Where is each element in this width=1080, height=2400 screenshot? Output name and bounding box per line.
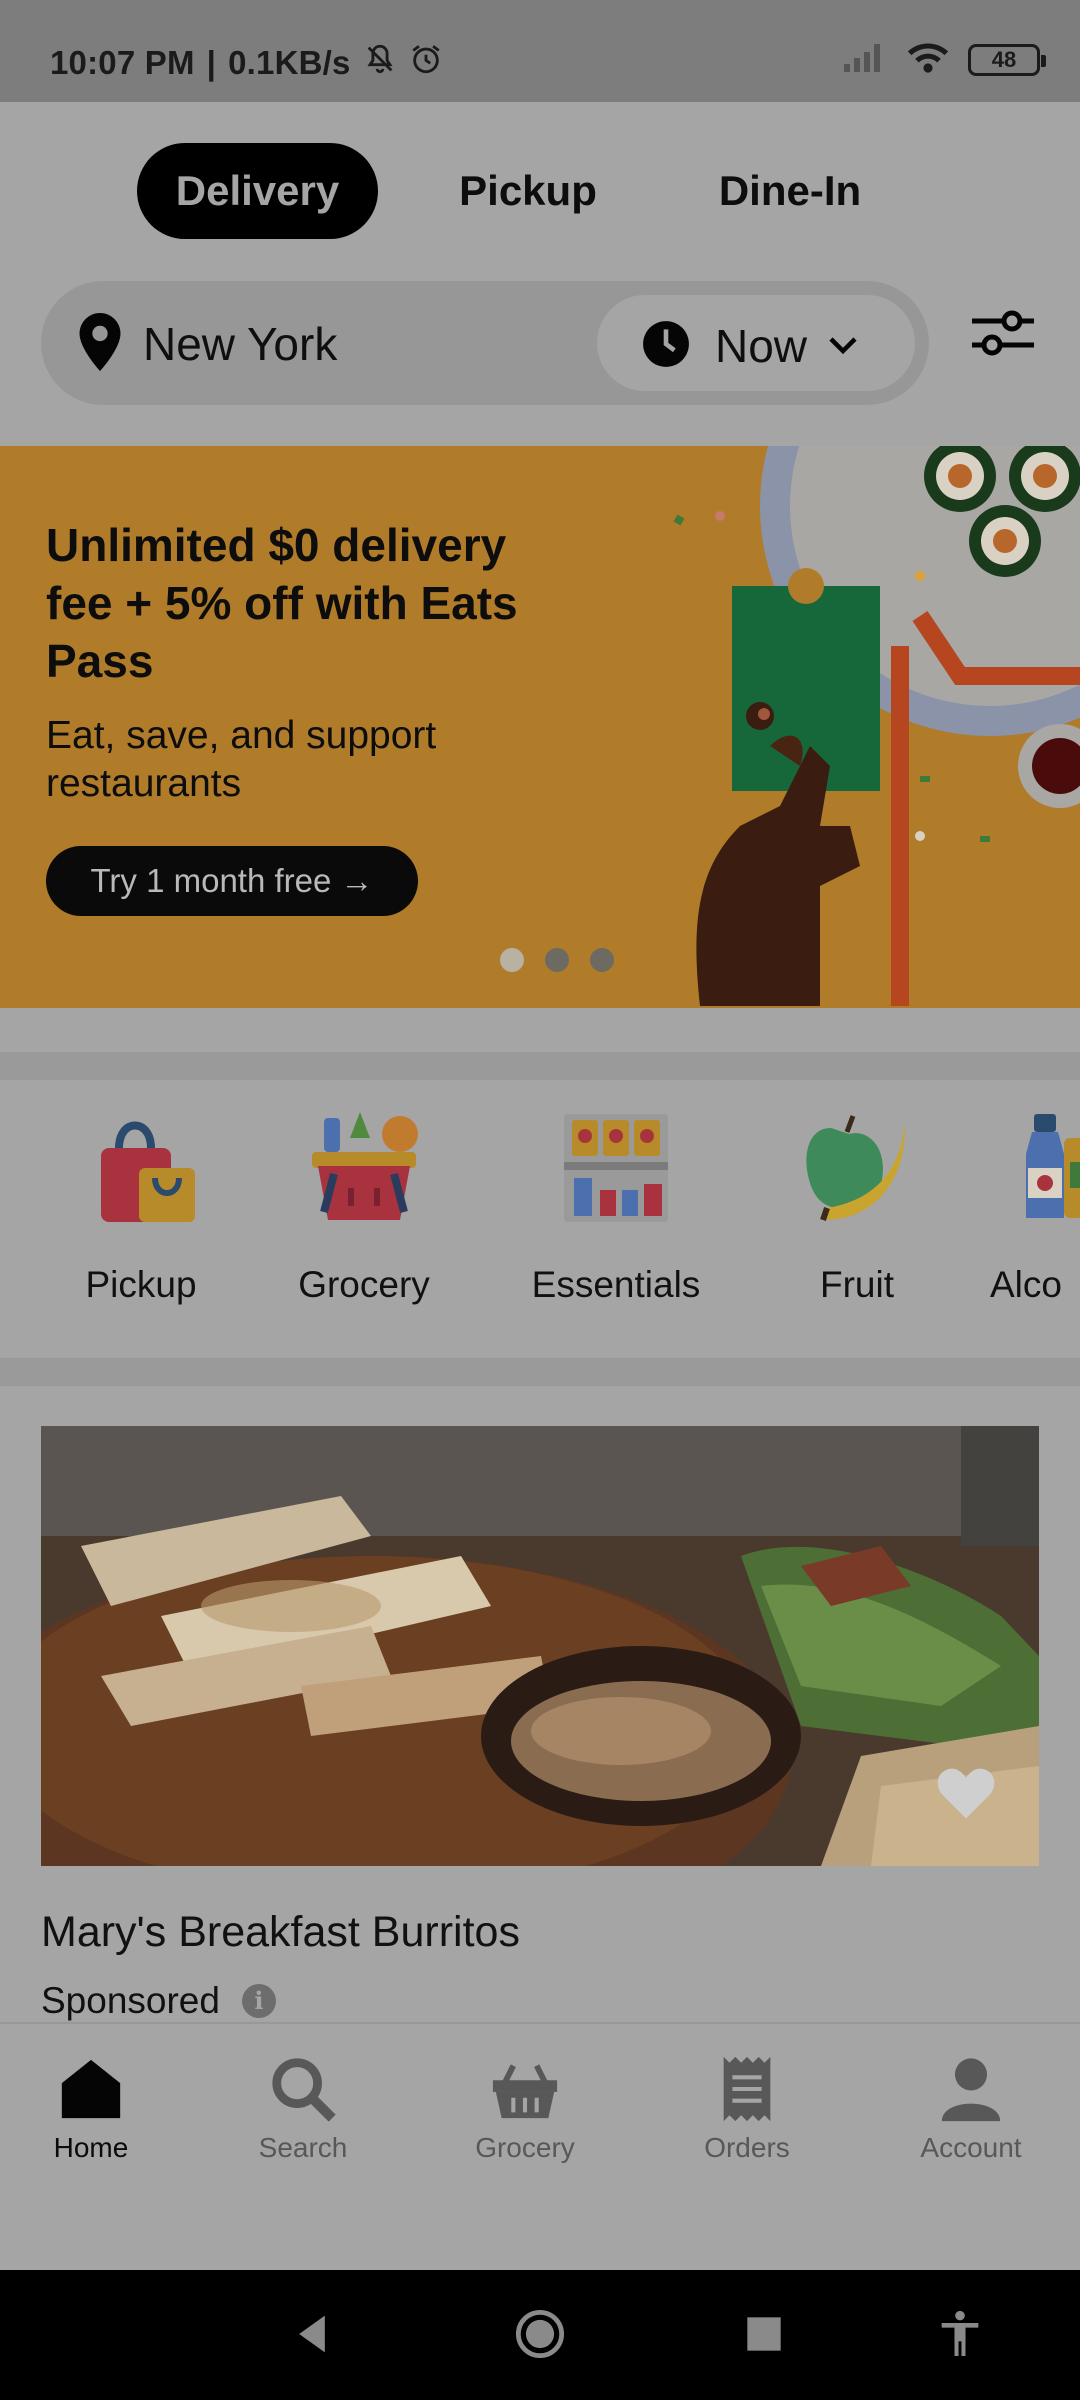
category-pickup[interactable]: Pickup [41,1108,241,1306]
nav-search[interactable]: Search [213,2054,393,2164]
nav-label: Grocery [475,2132,575,2163]
nav-grocery[interactable]: Grocery [435,2054,615,2164]
filter-button[interactable] [968,303,1038,363]
restaurant-name[interactable]: Mary's Breakfast Burritos [41,1908,520,1957]
nav-home[interactable]: Home [1,2054,181,2164]
tab-delivery[interactable]: Delivery [137,143,378,239]
mute-bell-icon [363,42,397,84]
time-selector[interactable]: Now [597,295,915,391]
battery-icon: 48 [968,43,1046,76]
location-pin-icon [79,313,121,376]
accessibility-icon[interactable] [938,2310,982,2363]
system-nav-bar [0,2270,1080,2400]
fruit-icon [797,1108,917,1228]
category-label: Fruit [820,1264,894,1305]
section-divider [0,1052,1080,1080]
status-right: 48 [842,40,1046,79]
mode-tabs: Delivery Pickup Dine-In [0,143,1080,239]
category-label: Alco [990,1264,1062,1305]
status-time: 10:07 PM [50,44,195,81]
chevron-down-icon [825,327,861,368]
wifi-icon [906,40,950,79]
nav-label: Search [258,2132,348,2163]
promo-title: Unlimited $0 delivery fee + 5% off with … [46,519,518,687]
category-label: Pickup [85,1264,197,1305]
tab-dine-in[interactable]: Dine-In [690,143,890,239]
category-label: Essentials [531,1264,701,1305]
nav-account[interactable]: Account [881,2054,1061,2164]
promo-subtitle: Eat, save, and support restaurants [46,714,437,805]
bottom-nav: Home Search Grocery Orders Account [0,2022,1080,2270]
status-bar: 10:07 PM | 0.1KB/s 48 [0,0,1080,102]
info-icon[interactable]: i [241,1984,276,2018]
sponsored-row: Sponsored i [41,1980,276,2022]
sponsored-label: Sponsored [41,1980,220,2021]
carousel-dot[interactable] [545,948,569,972]
signal-icon [842,40,888,79]
shopping-bag-icon [81,1108,201,1228]
category-alcohol[interactable]: Alco [990,1108,1080,1306]
network-speed: 0.1KB/s [228,44,351,81]
status-separator: | [206,44,217,81]
try-free-button[interactable]: Try 1 month free → [46,846,418,916]
alcohol-bottle-icon [1016,1108,1080,1228]
location-city: New York [143,318,338,370]
nav-orders[interactable]: Orders [657,2054,837,2164]
favorite-heart-icon[interactable] [935,1765,997,1826]
category-fruit[interactable]: Fruit [757,1108,957,1306]
section-divider [0,1358,1080,1386]
essentials-shelf-icon [556,1108,676,1228]
category-essentials[interactable]: Essentials [516,1108,716,1306]
location-bar[interactable]: New York Now [41,281,929,405]
tab-pickup[interactable]: Pickup [440,143,616,239]
receipt-icon [712,2054,782,2124]
category-row: Pickup Grocery Essentials Fruit Alco [0,1080,1080,1358]
nav-label: Orders [704,2132,790,2163]
status-left: 10:07 PM | 0.1KB/s [50,42,443,84]
category-grocery[interactable]: Grocery [264,1108,464,1306]
carousel-dot[interactable] [500,948,524,972]
category-label: Grocery [298,1264,430,1305]
home-icon [56,2054,126,2124]
person-icon [936,2054,1006,2124]
carousel-dots [500,948,614,972]
recents-square-icon[interactable] [744,2314,784,2359]
carousel-dot[interactable] [590,948,614,972]
nav-label: Home [53,2132,129,2163]
clock-icon [641,319,691,374]
back-icon[interactable] [290,2312,334,2361]
sliders-icon [968,310,1038,367]
grocery-basket-icon [304,1108,424,1228]
restaurant-image[interactable] [41,1426,1039,1866]
promo-banner[interactable]: Unlimited $0 delivery fee + 5% off with … [0,446,1080,1008]
time-value: Now [715,320,808,372]
search-icon [268,2054,338,2124]
eats-pass-illustration [638,446,1080,1008]
home-circle-icon[interactable] [514,2308,566,2365]
grocery-basket-icon [490,2054,560,2124]
alarm-icon [409,42,443,84]
nav-label: Account [920,2132,1022,2163]
